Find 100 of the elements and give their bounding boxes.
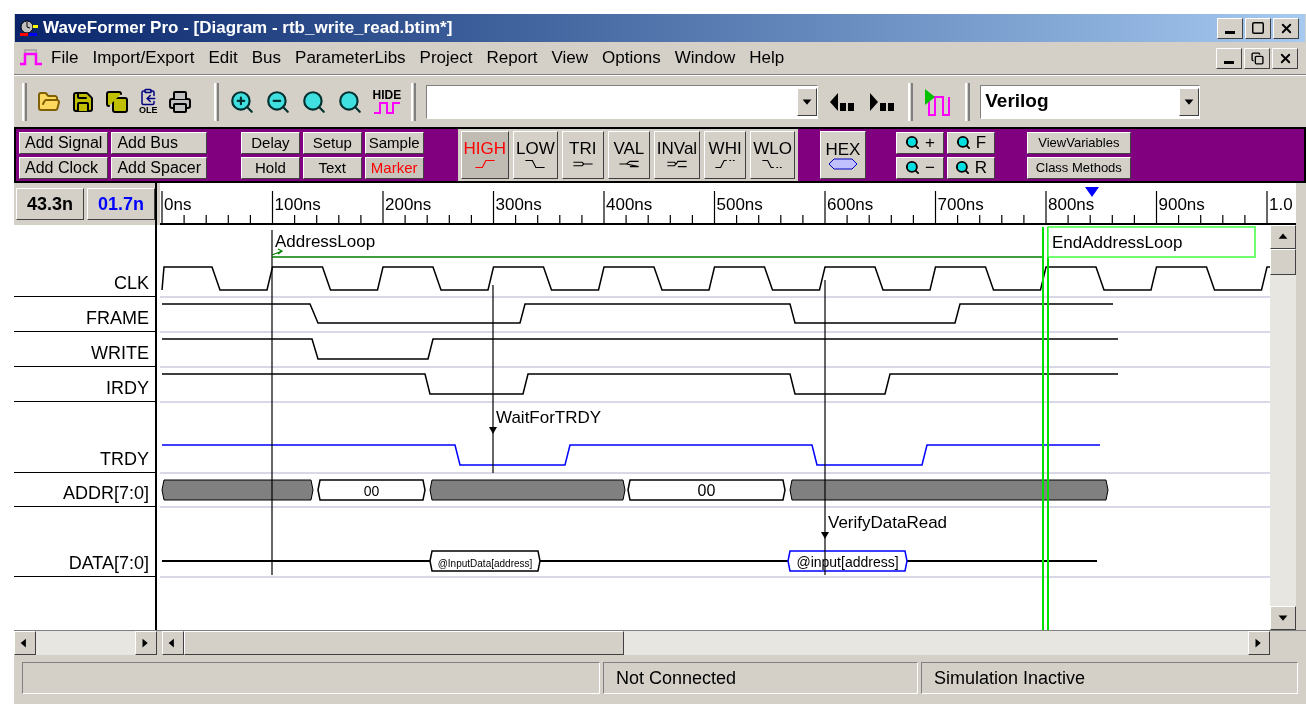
waveform-icon (372, 100, 401, 115)
bus-value-segment[interactable]: 00 (627, 479, 786, 501)
close-button[interactable] (1272, 47, 1298, 69)
menu-item[interactable]: Window (667, 45, 743, 71)
maximize-button[interactable] (1245, 17, 1271, 39)
signal-name[interactable]: DATA[7:0] (68, 554, 149, 572)
scroll-down-button[interactable] (1270, 606, 1296, 630)
status-text: Not Connected (603, 662, 918, 694)
zoom-out-icon[interactable] (264, 88, 291, 115)
save-all-icon[interactable] (105, 89, 129, 114)
scroll-left-button[interactable] (162, 631, 184, 655)
tick-label: 0ns (164, 195, 192, 214)
zoom-button[interactable]: R (946, 156, 995, 179)
menu-item[interactable]: Edit (201, 45, 245, 71)
clipboard-icon[interactable] (139, 88, 158, 106)
state-button[interactable]: VAL (607, 131, 650, 179)
magnifier-icon (954, 160, 970, 175)
print-icon[interactable] (167, 89, 192, 114)
scroll-right-button[interactable] (135, 631, 157, 655)
menu-item[interactable]: Bus (244, 45, 289, 71)
scrollbar-thumb[interactable] (184, 631, 624, 655)
parameter-button[interactable]: Text (302, 156, 362, 179)
menu-item[interactable]: Help (742, 45, 792, 71)
view-button[interactable]: ViewVariables (1026, 131, 1131, 154)
restore-icon (1250, 51, 1264, 65)
search-field[interactable] (426, 84, 819, 119)
signal-name[interactable]: WRITE (91, 344, 149, 362)
parameter-button[interactable]: Hold (241, 156, 300, 179)
signal-name[interactable]: ADDR[7:0] (62, 484, 149, 502)
state-button[interactable]: TRI (561, 131, 604, 179)
cursor-time-button[interactable]: 43.3n (16, 188, 84, 220)
parameter-button[interactable]: Delay (241, 131, 300, 154)
marker-line[interactable] (824, 279, 826, 576)
wait-arrow-icon (821, 532, 829, 539)
save-icon[interactable] (71, 89, 95, 114)
state-button[interactable]: LOW (513, 131, 558, 179)
window-title: WaveFormer Pro - [Diagram - rtb_write_read.btim*] (43, 17, 453, 40)
signal-name[interactable]: CLK (114, 274, 149, 292)
hex-button[interactable]: HEX (819, 131, 866, 179)
restore-button[interactable] (1244, 47, 1270, 69)
menu-item[interactable]: Options (595, 45, 668, 71)
app-icon (19, 19, 39, 37)
tick-label: 400ns (606, 195, 653, 214)
scrollbar-thumb[interactable] (1270, 249, 1296, 275)
menu-item[interactable]: Report (479, 45, 545, 71)
scroll-up-button[interactable] (1270, 225, 1296, 249)
scroll-left-button[interactable] (14, 631, 36, 655)
menu-item[interactable]: Project (412, 45, 480, 71)
bus-value-segment[interactable]: 00 (317, 479, 426, 501)
language-dropdown[interactable]: Verilog (980, 84, 1201, 119)
view-button[interactable]: Class Methods (1026, 156, 1131, 179)
delta-time-button[interactable]: 01.7n (87, 188, 155, 220)
menu-item[interactable]: Import/Export (85, 45, 202, 71)
zoom-button[interactable]: F (946, 131, 995, 154)
minimize-button[interactable] (1217, 17, 1243, 39)
minimize-icon (1224, 60, 1234, 64)
zoom-range-icon[interactable] (336, 88, 363, 115)
zoom-in-icon[interactable] (228, 88, 255, 115)
ole-label: OLE (139, 106, 158, 115)
marker-label: EndAddressLoop (1052, 233, 1183, 252)
signal-name[interactable]: IRDY (106, 379, 149, 397)
magnifier-icon (955, 135, 971, 150)
minimize-button[interactable] (1216, 47, 1242, 69)
signal-name[interactable]: FRAME (86, 309, 149, 327)
bus-value-segment[interactable]: @InputData[address] (429, 550, 541, 572)
zoom-full-icon[interactable] (300, 88, 327, 115)
zoom-button[interactable]: − (895, 156, 944, 179)
menu-item[interactable]: File (44, 45, 86, 71)
add-button[interactable]: Add Clock (19, 156, 109, 179)
close-button[interactable] (1273, 17, 1299, 39)
scroll-right-button[interactable] (1248, 631, 1270, 655)
status-text: Simulation Inactive (921, 662, 1298, 694)
marker-line[interactable] (271, 229, 273, 576)
add-button[interactable]: Add Signal (19, 131, 109, 154)
marker-line[interactable] (492, 284, 494, 474)
open-folder-icon[interactable] (37, 89, 61, 114)
minimize-icon (1225, 30, 1235, 34)
parameter-button[interactable]: Sample (364, 131, 424, 154)
add-button[interactable]: Add Spacer (111, 156, 207, 179)
waveform-icon (18, 48, 44, 68)
magnifier-icon (904, 160, 920, 175)
state-button[interactable]: WLO (750, 131, 795, 179)
add-button[interactable]: Add Bus (111, 131, 207, 154)
tick-label: 1.0 (1269, 195, 1293, 214)
tick-label: 100ns (274, 195, 321, 214)
parameter-button[interactable]: Setup (302, 131, 362, 154)
cursor-marker-icon[interactable] (1085, 187, 1099, 197)
magnifier-icon (904, 135, 920, 150)
tick-label: 200ns (385, 195, 432, 214)
tick-label: 900ns (1158, 195, 1205, 214)
marker-label: WaitForTRDY (496, 408, 602, 427)
signal-name[interactable]: TRDY (100, 450, 149, 468)
zoom-button[interactable]: + (895, 131, 944, 154)
hide-label[interactable]: HIDE (372, 88, 402, 101)
menu-item[interactable]: ParameterLibs (288, 45, 413, 71)
state-button[interactable]: INVal (653, 131, 701, 179)
menu-item[interactable]: View (544, 45, 596, 71)
tick-label: 700ns (937, 195, 984, 214)
state-button[interactable]: WHI (704, 131, 747, 179)
marker-label: VerifyDataRead (828, 513, 948, 532)
